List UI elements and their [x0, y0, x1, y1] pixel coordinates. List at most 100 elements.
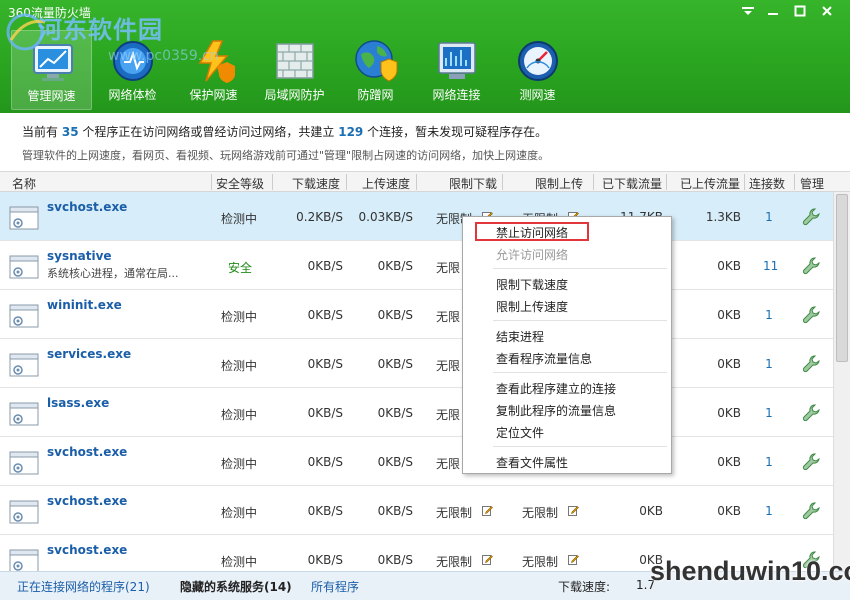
tab-label: 防蹭网: [357, 88, 394, 102]
program-name: wininit.exe: [47, 298, 122, 312]
watermark-site-name: 河东软件园: [38, 16, 163, 44]
filter-all-programs[interactable]: 所有程序: [311, 578, 359, 595]
menu-item[interactable]: 复制此程序的流量信息: [496, 402, 616, 419]
connection-count[interactable]: 1: [763, 308, 775, 322]
upload-speed: 0KB/S: [377, 553, 413, 567]
top-banner: 360流量防火墙 管理网速 网络体检 保护网速 局域网防护 防蹭网 网络连接 测…: [0, 0, 850, 113]
menu-item[interactable]: 查看此程序建立的连接: [496, 380, 616, 397]
menu-item[interactable]: 查看文件属性: [496, 454, 568, 471]
connection-count[interactable]: 1: [763, 455, 775, 469]
tab-protect-speed[interactable]: 保护网速: [173, 30, 254, 110]
download-limit: 无限: [436, 408, 461, 422]
process-table: 名称 安全等级 下载速度 上传速度 限制下载 限制上传 已下载流量 已上传流量 …: [0, 171, 850, 571]
safety-level: 检测中: [221, 506, 258, 520]
program-name: services.exe: [47, 347, 132, 361]
upload-speed: 0KB/S: [377, 308, 413, 322]
total-uploaded: 0KB: [717, 455, 741, 469]
column-divider[interactable]: [502, 174, 503, 190]
filter-hidden-services[interactable]: 隐藏的系统服务(14): [180, 578, 292, 595]
highlight-box: [475, 222, 589, 241]
menu-icon[interactable]: [739, 5, 757, 21]
maximize-icon[interactable]: [791, 5, 809, 21]
column-divider[interactable]: [666, 174, 667, 190]
table-row[interactable]: services.exe 检测中 0KB/S 0KB/S 无限 0KB 1: [0, 339, 833, 388]
edit-icon[interactable]: [482, 505, 493, 516]
connection-count[interactable]: 1: [763, 357, 775, 371]
header-limit-download[interactable]: 限制下载: [449, 175, 497, 192]
total-uploaded: 0KB: [717, 406, 741, 420]
download-speed: 0KB/S: [307, 357, 343, 371]
header-upload-speed[interactable]: 上传速度: [362, 175, 410, 192]
tab-network-connection[interactable]: 网络连接: [416, 30, 497, 110]
edit-icon[interactable]: [568, 554, 579, 565]
table-row[interactable]: svchost.exe检测中0.2KB/S0.03KB/S无限制无限制11.7K…: [0, 192, 833, 241]
program-name: sysnative: [47, 249, 112, 263]
upload-speed: 0KB/S: [377, 406, 413, 420]
table-row[interactable]: sysnative 系统核心进程，通常在局... 安全 0KB/S 0KB/S 无限 0KB…: [0, 241, 833, 290]
table-body: svchost.exe检测中0.2KB/S0.03KB/S无限制无限制11.7K…: [0, 192, 833, 571]
total-uploaded: 0KB: [717, 308, 741, 322]
column-divider[interactable]: [346, 174, 347, 190]
vertical-scrollbar[interactable]: [833, 192, 850, 571]
column-divider[interactable]: [593, 174, 594, 190]
menu-item[interactable]: 限制上传速度: [496, 298, 568, 315]
wrench-icon[interactable]: [801, 403, 821, 423]
edit-icon[interactable]: [482, 554, 493, 565]
menu-item[interactable]: 限制下载速度: [496, 276, 568, 293]
menu-separator: [493, 446, 667, 447]
header-name[interactable]: 名称: [12, 175, 36, 192]
wrench-icon[interactable]: [801, 354, 821, 374]
watermark-url: www.pc0359.cn: [108, 48, 219, 64]
menu-item[interactable]: 定位文件: [496, 424, 544, 441]
safety-level: 检测中: [221, 555, 258, 569]
close-icon[interactable]: [818, 5, 836, 21]
header-safety[interactable]: 安全等级: [216, 175, 264, 192]
table-row[interactable]: wininit.exe 检测中 0KB/S 0KB/S 无限 0KB 1: [0, 290, 833, 339]
header-download-speed[interactable]: 下载速度: [292, 175, 340, 192]
connection-count[interactable]: 11: [763, 259, 778, 273]
column-divider[interactable]: [794, 174, 795, 190]
program-icon: [9, 304, 39, 330]
safety-level: 检测中: [221, 359, 258, 373]
table-row[interactable]: lsass.exe 检测中 0KB/S 0KB/S 无限 0KB 1: [0, 388, 833, 437]
tab-speed-test[interactable]: 测网速: [497, 30, 578, 110]
header-total-uploaded[interactable]: 已上传流量: [680, 175, 740, 192]
header-connections[interactable]: 连接数: [749, 175, 785, 192]
wrench-icon[interactable]: [801, 452, 821, 472]
column-divider[interactable]: [272, 174, 273, 190]
download-limit: 无限: [436, 359, 461, 373]
program-count: 35: [61, 125, 79, 139]
column-divider[interactable]: [416, 174, 417, 190]
header-total-downloaded[interactable]: 已下载流量: [602, 175, 662, 192]
wrench-icon[interactable]: [801, 256, 821, 276]
download-speed: 0KB/S: [307, 406, 343, 420]
program-icon: [9, 206, 39, 232]
program-icon: [9, 500, 39, 526]
context-menu: 禁止访问网络 允许访问网络 限制下载速度 限制上传速度 结束进程 查看程序流量信息 查看此程…: [462, 216, 672, 474]
download-limit: 无限制: [436, 555, 473, 569]
program-description: 系统核心进程，通常在局...: [47, 267, 179, 280]
brand-watermark: shenduwin10.com: [650, 556, 850, 586]
connection-count[interactable]: 1: [763, 406, 775, 420]
column-divider[interactable]: [744, 174, 745, 190]
table-row[interactable]: svchost.exe 检测中 0KB/S 0KB/S 无限 0KB 1: [0, 437, 833, 486]
wrench-icon[interactable]: [801, 305, 821, 325]
total-downloaded: 0KB: [639, 504, 663, 518]
scrollbar-thumb[interactable]: [836, 194, 848, 362]
table-row[interactable]: svchost.exe 检测中 0KB/S 0KB/S 无限制 无限制 0KB 0KB 1: [0, 486, 833, 535]
wrench-icon[interactable]: [801, 207, 821, 227]
minimize-icon[interactable]: [764, 5, 782, 21]
tab-anti-leech[interactable]: 防蹭网: [335, 30, 416, 110]
connection-count[interactable]: 1: [763, 210, 775, 224]
header-limit-upload[interactable]: 限制上传: [535, 175, 583, 192]
wrench-icon[interactable]: [801, 501, 821, 521]
connection-count[interactable]: 1: [763, 504, 775, 518]
menu-item[interactable]: 查看程序流量信息: [496, 350, 592, 367]
header-manage[interactable]: 管理: [800, 175, 824, 192]
menu-item[interactable]: 结束进程: [496, 328, 544, 345]
column-divider[interactable]: [211, 174, 212, 190]
total-uploaded: 1.3KB: [705, 210, 741, 224]
edit-icon[interactable]: [568, 505, 579, 516]
tab-lan-protect[interactable]: 局域网防护: [254, 30, 335, 110]
filter-connecting-programs[interactable]: 正在连接网络的程序(21): [17, 578, 150, 595]
